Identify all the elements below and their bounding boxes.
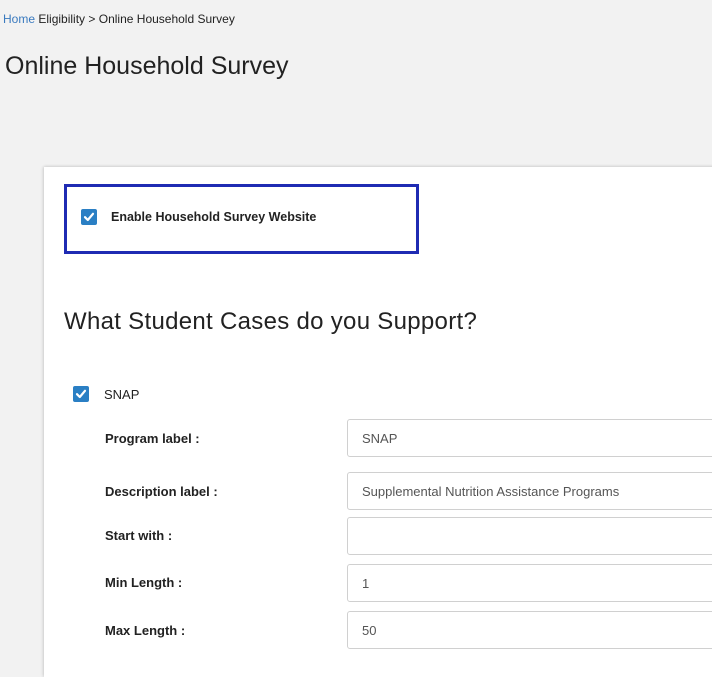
- page-title: Online Household Survey: [5, 52, 289, 80]
- enable-survey-label: Enable Household Survey Website: [111, 210, 317, 224]
- description-label-input[interactable]: [347, 472, 712, 510]
- start-with-label: Start with :: [105, 528, 173, 543]
- checkmark-icon: [83, 212, 95, 222]
- program-label-label: Program label :: [105, 431, 200, 446]
- breadcrumb-home-link[interactable]: Home: [3, 12, 35, 26]
- start-with-input[interactable]: [347, 517, 712, 555]
- breadcrumb-separator: >: [88, 12, 96, 26]
- min-length-label: Min Length :: [105, 575, 183, 590]
- checkmark-icon: [75, 389, 87, 399]
- enable-survey-checkbox[interactable]: [81, 209, 97, 225]
- program-label-input[interactable]: [347, 419, 712, 457]
- max-length-label: Max Length :: [105, 623, 186, 638]
- snap-checkbox[interactable]: [73, 386, 89, 402]
- breadcrumb: Home Eligibility > Online Household Surv…: [3, 12, 235, 26]
- student-cases-heading: What Student Cases do you Support?: [64, 308, 478, 335]
- max-length-input[interactable]: [347, 611, 712, 649]
- breadcrumb-current: Online Household Survey: [98, 12, 235, 26]
- min-length-input[interactable]: [347, 564, 712, 602]
- description-label-label: Description label :: [105, 484, 218, 499]
- breadcrumb-eligibility-link[interactable]: Eligibility: [38, 12, 85, 26]
- snap-label: SNAP: [104, 387, 140, 402]
